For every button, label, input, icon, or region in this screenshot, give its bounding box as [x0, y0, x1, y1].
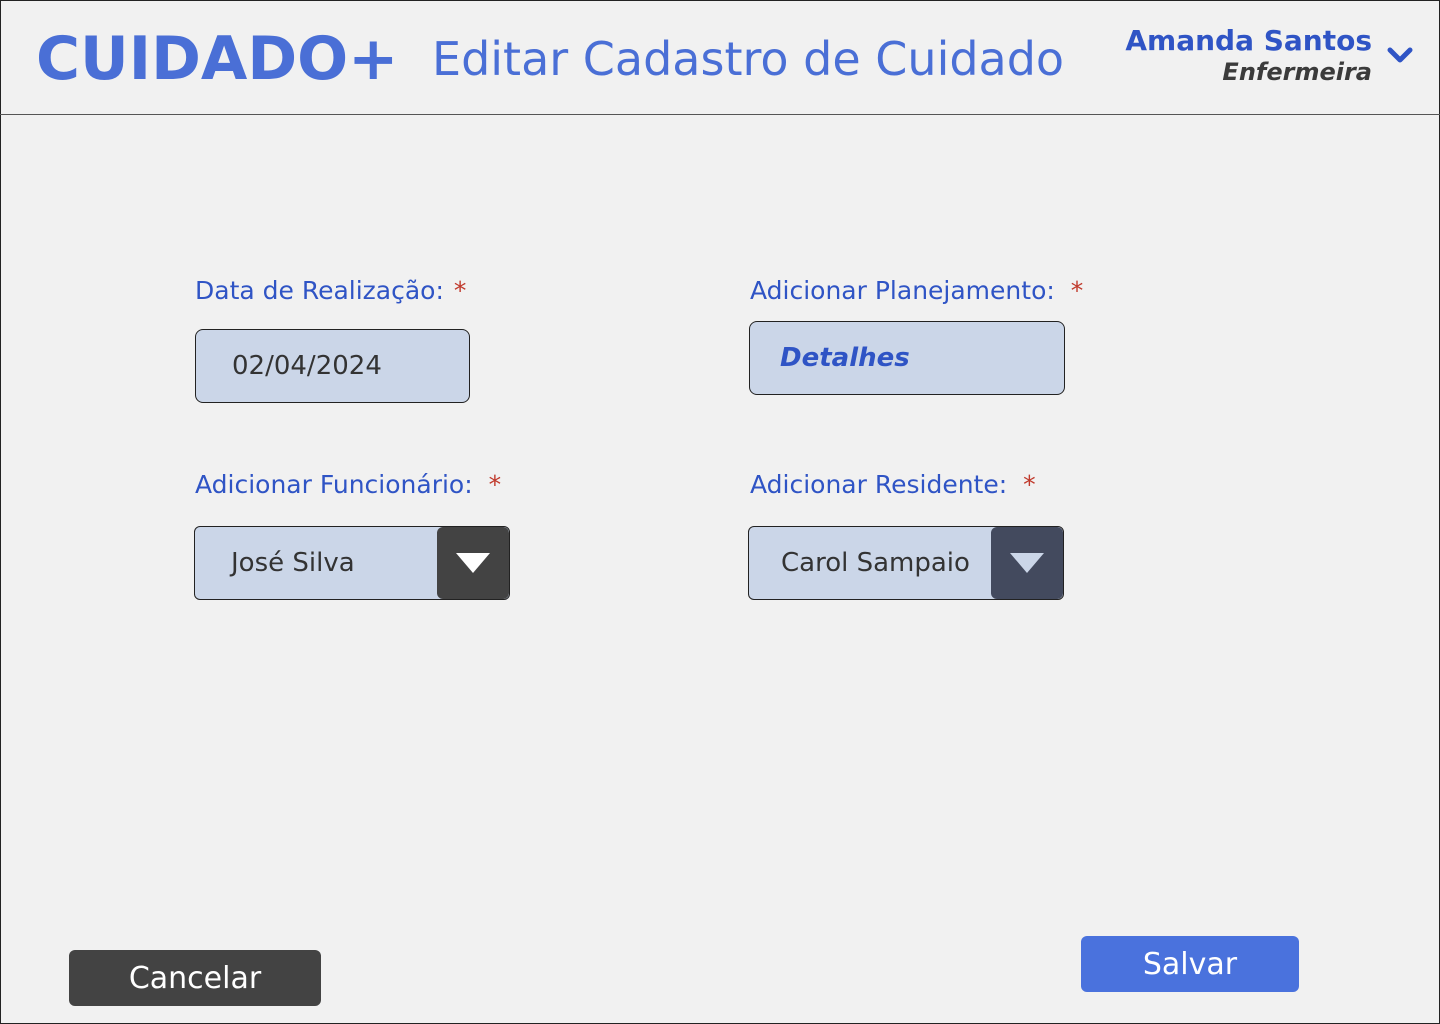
app-logo: CUIDADO+ [36, 24, 399, 94]
planning-label: Adicionar Planejamento: * [750, 276, 1083, 305]
header-divider [0, 114, 1440, 115]
employee-label-text: Adicionar Funcionário: [195, 470, 473, 499]
user-role: Enfermeira [1222, 58, 1372, 86]
details-button[interactable]: Detalhes [749, 321, 1065, 395]
employee-label: Adicionar Funcionário: * [195, 470, 501, 499]
resident-select[interactable]: Carol Sampaio [748, 526, 1064, 600]
cancel-button[interactable]: Cancelar [69, 950, 321, 1006]
required-mark: * [453, 276, 467, 305]
employee-selected: José Silva [231, 548, 355, 578]
user-menu[interactable]: Amanda Santos Enfermeira [1125, 24, 1372, 86]
resident-selected: Carol Sampaio [781, 548, 970, 578]
date-value: 02/04/2024 [232, 351, 382, 381]
details-button-label: Detalhes [780, 343, 910, 373]
date-label: Data de Realização: * [195, 276, 466, 305]
planning-label-text: Adicionar Planejamento: [750, 276, 1055, 305]
triangle-down-icon [456, 553, 490, 573]
resident-dropdown-button[interactable] [991, 527, 1063, 599]
resident-label-text: Adicionar Residente: [750, 470, 1008, 499]
save-button[interactable]: Salvar [1081, 936, 1299, 992]
date-label-text: Data de Realização: [195, 276, 444, 305]
employee-select[interactable]: José Silva [194, 526, 510, 600]
page-title: Editar Cadastro de Cuidado [432, 32, 1065, 86]
required-mark: * [488, 470, 502, 499]
required-mark: * [1070, 276, 1084, 305]
chevron-down-icon[interactable] [1386, 44, 1414, 68]
resident-label: Adicionar Residente: * [750, 470, 1036, 499]
triangle-down-icon [1010, 553, 1044, 573]
employee-dropdown-button[interactable] [437, 527, 509, 599]
app-window [0, 0, 1440, 1024]
date-input[interactable]: 02/04/2024 [195, 329, 470, 403]
user-name: Amanda Santos [1125, 24, 1372, 57]
required-mark: * [1023, 470, 1036, 499]
